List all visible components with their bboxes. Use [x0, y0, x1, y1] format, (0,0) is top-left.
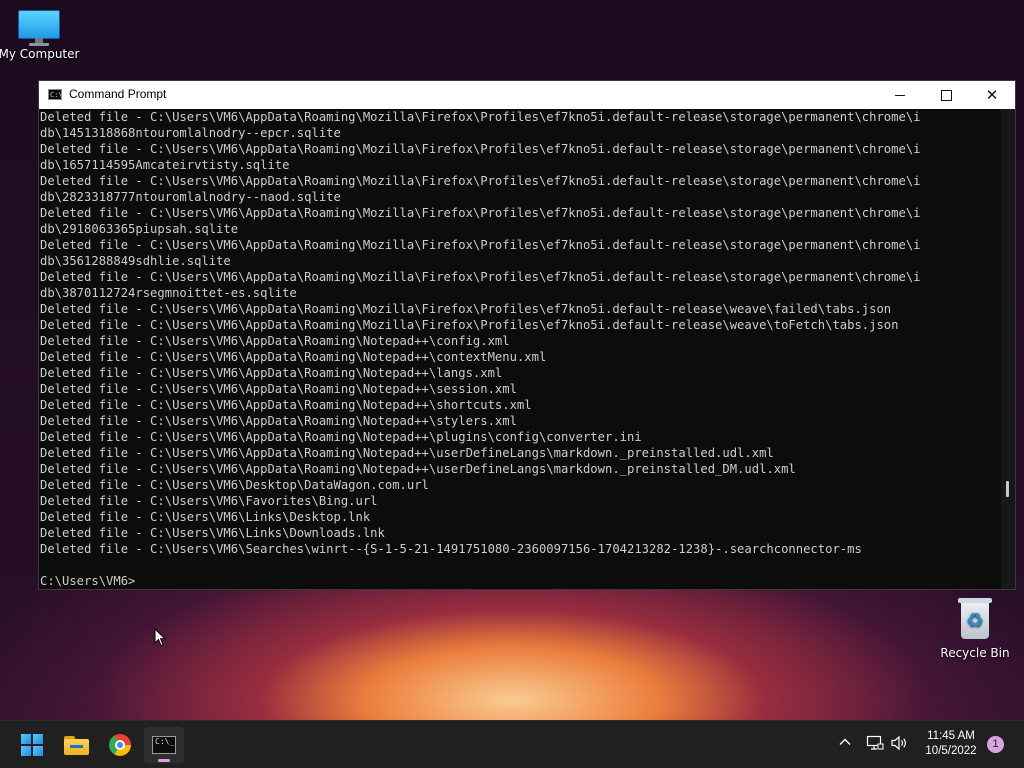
console-line: Deleted file - C:\Users\VM6\AppData\Roam… — [40, 110, 921, 124]
console-line: db\2918063365piupsah.sqlite — [40, 222, 239, 236]
desktop-icon-label: Recycle Bin — [940, 646, 1010, 660]
desktop-icon-label: My Computer — [0, 47, 80, 61]
windows-start-icon — [21, 734, 43, 756]
scrollbar-thumb[interactable] — [1006, 481, 1009, 497]
clock-time: 11:45 AM — [927, 730, 975, 742]
console-line: Deleted file - C:\Users\VM6\AppData\Roam… — [40, 334, 510, 348]
desktop-icon-recycle-bin[interactable]: ♻ Recycle Bin — [933, 598, 1017, 660]
console-line: Deleted file - C:\Users\VM6\AppData\Roam… — [40, 462, 796, 476]
start-button[interactable] — [12, 727, 52, 763]
console-line: Deleted file - C:\Users\VM6\Links\Downlo… — [40, 526, 385, 540]
console-line: Deleted file - C:\Users\VM6\AppData\Roam… — [40, 270, 921, 284]
command-prompt-line: C:\Users\VM6> — [40, 574, 136, 588]
active-indicator — [158, 759, 170, 762]
console-icon: C:\ — [48, 89, 63, 100]
taskbar-clock[interactable]: 11:45 AM 10/5/2022 — [918, 729, 984, 759]
console-line: db\2823318777ntouromlalnodry--naod.sqlit… — [40, 190, 341, 204]
console-line: db\1657114595Amcateirvtisty.sqlite — [40, 158, 290, 172]
volume-icon[interactable] — [890, 735, 910, 756]
console-line: db\3870112724rsegmnoittet-es.sqlite — [40, 286, 297, 300]
maximize-button[interactable] — [923, 81, 969, 109]
console-line: Deleted file - C:\Users\VM6\AppData\Roam… — [40, 366, 503, 380]
chrome-icon — [109, 734, 131, 756]
window-title: Command Prompt — [69, 87, 167, 101]
console-line: Deleted file - C:\Users\VM6\AppData\Roam… — [40, 302, 892, 316]
desktop-icon-my-computer[interactable]: My Computer — [0, 10, 81, 61]
close-icon: ✕ — [985, 86, 999, 104]
recycle-bin-icon: ♻ — [958, 598, 992, 640]
console-line: Deleted file - C:\Users\VM6\AppData\Roam… — [40, 382, 517, 396]
vertical-scrollbar[interactable] — [1001, 109, 1015, 589]
chevron-up-icon[interactable] — [838, 735, 852, 754]
console-line: Deleted file - C:\Users\VM6\Favorites\Bi… — [40, 494, 378, 508]
network-icon[interactable] — [866, 735, 884, 756]
console-line: Deleted file - C:\Users\VM6\AppData\Roam… — [40, 398, 532, 412]
taskbar: C:\_ 11:45 AM 10/5/2022 1 — [0, 720, 1024, 768]
taskbar-file-explorer[interactable] — [56, 727, 96, 763]
console-line: Deleted file - C:\Users\VM6\Links\Deskto… — [40, 510, 371, 524]
desktop: My Computer ♻ Recycle Bin C:\ Command Pr… — [0, 0, 1024, 720]
console-line: Deleted file - C:\Users\VM6\AppData\Roam… — [40, 318, 899, 332]
folder-icon — [64, 736, 89, 755]
console-line: db\3561288849sdhlie.sqlite — [40, 254, 231, 268]
close-button[interactable]: ✕ — [969, 81, 1015, 109]
notification-badge[interactable]: 1 — [987, 736, 1004, 753]
taskbar-chrome[interactable] — [100, 727, 140, 763]
console-line: db\1451318868ntouromlalnodry--epcr.sqlit… — [40, 126, 341, 140]
console-line: Deleted file - C:\Users\VM6\AppData\Roam… — [40, 430, 642, 444]
console-line: Deleted file - C:\Users\VM6\AppData\Roam… — [40, 446, 774, 460]
console-line: Deleted file - C:\Users\VM6\AppData\Roam… — [40, 414, 517, 428]
taskbar-command-prompt[interactable]: C:\_ — [144, 727, 184, 763]
console-output[interactable]: Deleted file - C:\Users\VM6\AppData\Roam… — [39, 109, 1001, 589]
maximize-icon — [940, 89, 952, 101]
console-line: Deleted file - C:\Users\VM6\AppData\Roam… — [40, 174, 921, 188]
console-line: Deleted file - C:\Users\VM6\AppData\Roam… — [40, 350, 547, 364]
console-line: Deleted file - C:\Users\VM6\AppData\Roam… — [40, 206, 921, 220]
console-line: Deleted file - C:\Users\VM6\Searches\win… — [40, 542, 862, 556]
monitor-icon — [18, 10, 60, 46]
minimize-icon — [895, 94, 905, 96]
console-icon: C:\_ — [152, 736, 176, 754]
console-line: Deleted file - C:\Users\VM6\Desktop\Data… — [40, 478, 429, 492]
console-line: Deleted file - C:\Users\VM6\AppData\Roam… — [40, 238, 921, 252]
window-titlebar[interactable]: C:\ Command Prompt ✕ — [39, 81, 1015, 109]
minimize-button[interactable] — [877, 81, 923, 109]
clock-date: 10/5/2022 — [925, 745, 977, 757]
command-prompt-window[interactable]: C:\ Command Prompt ✕ Deleted file - C:\U… — [38, 80, 1016, 590]
console-line: Deleted file - C:\Users\VM6\AppData\Roam… — [40, 142, 921, 156]
